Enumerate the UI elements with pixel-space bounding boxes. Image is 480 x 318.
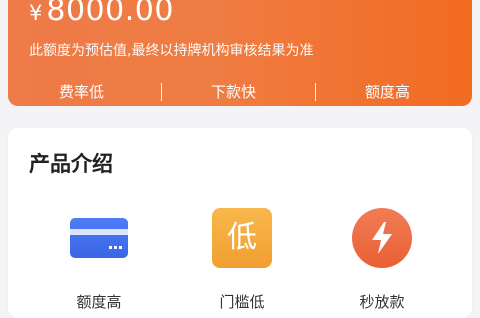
product-item-instant-loan[interactable]: 秒放款	[334, 208, 430, 318]
feature-fast-disbursement: 下款快	[211, 83, 257, 101]
product-item-low-threshold[interactable]: 低 门槛低	[194, 208, 290, 318]
low-rate-icon-text: 低	[227, 220, 257, 255]
estimated-amount: ¥ 8000.00	[29, 0, 174, 26]
credit-card-icon-graphic	[70, 218, 128, 258]
section-title: 产品介绍	[29, 152, 113, 176]
product-intro-card: 产品介绍 额度高 低 门槛低 秒放款	[8, 128, 472, 318]
feature-divider	[161, 83, 162, 101]
product-label-high-limit: 额度高	[76, 293, 122, 311]
lightning-bolt-icon-graphic	[372, 222, 392, 254]
loan-amount-banner: ¥ 8000.00 此额度为预估值,最终以持牌机构审核结果为准 费率低 下款快 …	[8, 0, 472, 106]
product-item-high-limit[interactable]: 额度高	[51, 208, 147, 318]
low-rate-icon-box: 低	[212, 208, 272, 268]
product-label-low-threshold: 门槛低	[219, 293, 265, 311]
feature-low-rate: 费率低	[59, 83, 105, 101]
feature-high-limit: 额度高	[365, 83, 411, 101]
feature-strip: 费率低 下款快 额度高	[8, 81, 472, 105]
product-label-instant-loan: 秒放款	[359, 293, 405, 311]
amount-disclaimer: 此额度为预估值,最终以持牌机构审核结果为准	[29, 43, 314, 59]
low-rate-icon: 低	[212, 208, 272, 268]
credit-card-icon	[69, 208, 129, 268]
lightning-bolt-icon	[352, 208, 412, 268]
amount-value: 8000.00	[46, 0, 174, 28]
feature-divider	[315, 83, 316, 101]
lightning-bolt-icon-circle	[352, 208, 412, 268]
currency-symbol: ¥	[29, 1, 43, 25]
